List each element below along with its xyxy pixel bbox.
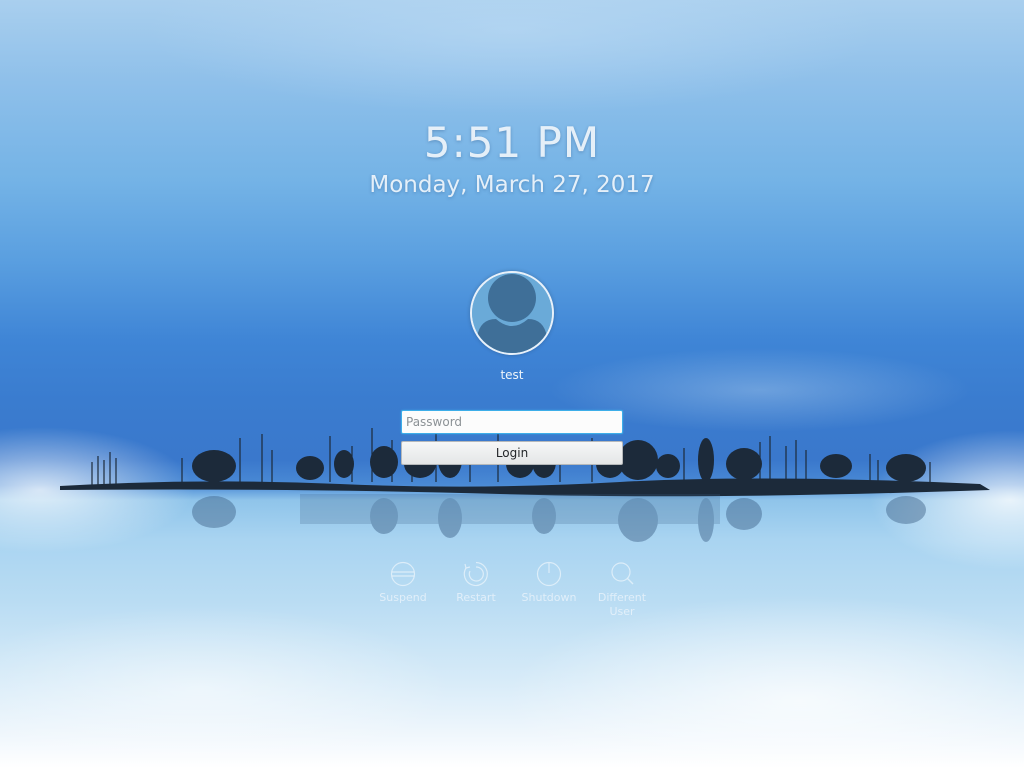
session-actions: Suspend Restart Shutdown Different User [366,560,658,630]
shutdown-label: Shutdown [521,591,577,604]
restart-label: Restart [456,591,496,604]
shutdown-button[interactable]: Shutdown [512,560,586,605]
user-avatar-icon[interactable] [470,271,554,355]
password-input[interactable] [401,410,623,434]
restart-button[interactable]: Restart [439,560,513,605]
suspend-button[interactable]: Suspend [366,560,440,605]
login-button[interactable]: Login [401,441,623,465]
suspend-icon [390,561,416,587]
username-label: test [500,368,524,382]
wallpaper-haze [0,0,1024,768]
clock-time: 5:51 PM [423,118,601,167]
different-user-button[interactable]: Different User [585,560,659,619]
suspend-label: Suspend [379,591,427,604]
different-user-label: Different User [597,591,647,618]
clock-date: Monday, March 27, 2017 [369,172,655,198]
restart-icon [463,561,488,587]
shutdown-icon [536,561,562,587]
switch-user-icon [611,562,634,585]
lock-screen: 5:51 PM Monday, March 27, 2017 test Logi… [0,0,1024,768]
